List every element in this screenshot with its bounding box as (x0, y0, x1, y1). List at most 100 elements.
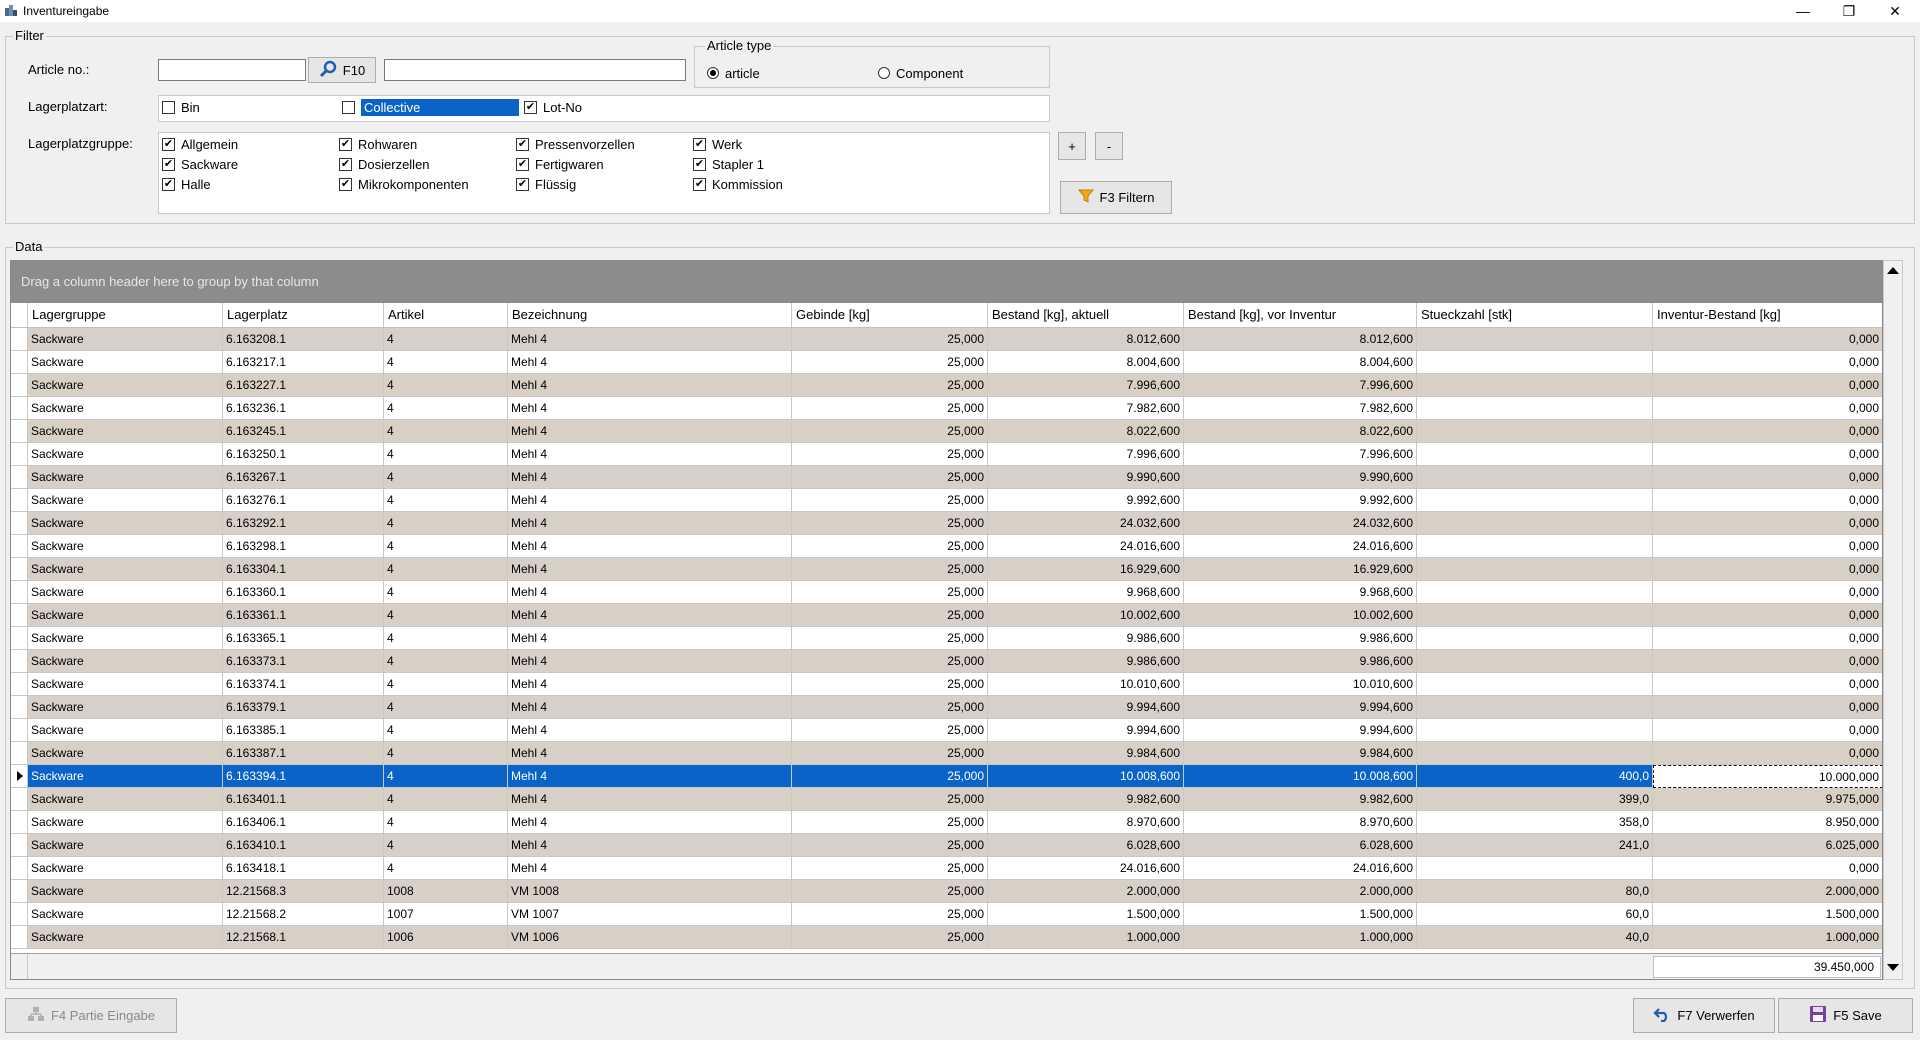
table-cell[interactable]: 0,000 (1653, 581, 1882, 604)
table-cell[interactable]: 2.000,000 (1653, 880, 1882, 903)
row-indicator[interactable] (11, 328, 28, 351)
add-group-button[interactable]: + (1058, 132, 1086, 160)
gruppe-mikrokomponenten[interactable]: ✔ Mikrokomponenten (339, 175, 469, 193)
row-indicator[interactable] (11, 742, 28, 765)
table-row[interactable]: Sackware 6.163276.1 4 Mehl 4 25,000 9.992,600… (11, 489, 1882, 512)
lagerplatzart-bin[interactable]: Bin (162, 98, 200, 116)
column-header[interactable]: Lagerplatz (223, 303, 384, 327)
gruppe-pressenvorzellen[interactable]: ✔ Pressenvorzellen (516, 135, 635, 153)
row-indicator[interactable] (11, 420, 28, 443)
row-indicator[interactable] (11, 650, 28, 673)
row-indicator[interactable] (11, 673, 28, 696)
column-header[interactable]: Lagergruppe (28, 303, 223, 327)
column-header[interactable]: Stueckzahl [stk] (1417, 303, 1653, 327)
table-cell[interactable]: 0,000 (1653, 443, 1882, 466)
table-row[interactable]: Sackware 6.163227.1 4 Mehl 4 25,000 7.996,600… (11, 374, 1882, 397)
search-f10-button[interactable]: F10 (308, 57, 376, 83)
table-row[interactable]: Sackware 6.163379.1 4 Mehl 4 25,000 9.994,600… (11, 696, 1882, 719)
gruppe-stapler-1[interactable]: ✔ Stapler 1 (693, 155, 764, 173)
checkbox[interactable]: ✔ (162, 157, 175, 171)
table-cell[interactable]: 0,000 (1653, 351, 1882, 374)
checkbox[interactable]: ✔ (693, 177, 706, 191)
table-row[interactable]: Sackware 6.163385.1 4 Mehl 4 25,000 9.994,600… (11, 719, 1882, 742)
table-cell[interactable]: 0,000 (1653, 719, 1882, 742)
checkbox[interactable]: ✔ (693, 157, 706, 171)
checkbox[interactable]: ✔ (516, 177, 529, 191)
checkbox[interactable]: ✔ (516, 137, 529, 151)
table-cell[interactable]: 0,000 (1653, 627, 1882, 650)
checkbox[interactable]: ✔ (693, 137, 706, 151)
group-by-panel[interactable]: Drag a column header here to group by th… (11, 261, 1882, 303)
row-indicator[interactable] (11, 558, 28, 581)
radio-article-button[interactable] (707, 67, 719, 79)
table-row[interactable]: Sackware 6.163374.1 4 Mehl 4 25,000 10.010,60… (11, 673, 1882, 696)
close-button[interactable]: ✕ (1872, 0, 1918, 22)
table-row[interactable]: Sackware 6.163245.1 4 Mehl 4 25,000 8.022,600… (11, 420, 1882, 443)
table-row[interactable]: Sackware 6.163360.1 4 Mehl 4 25,000 9.968,600… (11, 581, 1882, 604)
table-row[interactable]: Sackware 6.163298.1 4 Mehl 4 25,000 24.016,60… (11, 535, 1882, 558)
table-cell[interactable]: 0,000 (1653, 604, 1882, 627)
checkbox[interactable]: ✔ (524, 100, 537, 114)
table-row[interactable]: Sackware 12.21568.2 1007 VM 1007 25,000 1.500… (11, 903, 1882, 926)
table-cell[interactable]: 0,000 (1653, 558, 1882, 581)
checkbox[interactable]: ✔ (162, 137, 175, 151)
radio-component[interactable]: Component (878, 64, 963, 82)
row-indicator[interactable] (11, 719, 28, 742)
table-cell[interactable]: 8.950,000 (1653, 811, 1882, 834)
row-indicator[interactable] (11, 351, 28, 374)
table-row[interactable]: Sackware 6.163292.1 4 Mehl 4 25,000 24.032,60… (11, 512, 1882, 535)
row-indicator[interactable] (11, 926, 28, 949)
checkbox[interactable]: ✔ (162, 177, 175, 191)
gruppe-fertigwaren[interactable]: ✔ Fertigwaren (516, 155, 604, 173)
article-description-field[interactable] (384, 59, 686, 81)
checkbox[interactable] (342, 100, 355, 114)
filter-f3-button[interactable]: F3 Filtern (1060, 181, 1172, 214)
table-row[interactable]: Sackware 6.163250.1 4 Mehl 4 25,000 7.996,600… (11, 443, 1882, 466)
table-row[interactable]: Sackware 6.163365.1 4 Mehl 4 25,000 9.986,600… (11, 627, 1882, 650)
gruppe-dosierzellen[interactable]: ✔ Dosierzellen (339, 155, 430, 173)
column-header[interactable]: Bestand [kg], aktuell (988, 303, 1184, 327)
table-cell[interactable]: 10.000,000 (1653, 765, 1882, 788)
gruppe-kommission[interactable]: ✔ Kommission (693, 175, 783, 193)
table-cell[interactable]: 0,000 (1653, 328, 1882, 351)
minimize-button[interactable]: — (1780, 0, 1826, 22)
column-header[interactable]: Bestand [kg], vor Inventur (1184, 303, 1417, 327)
table-row[interactable]: Sackware 6.163236.1 4 Mehl 4 25,000 7.982,600… (11, 397, 1882, 420)
column-header[interactable]: Artikel (384, 303, 508, 327)
scroll-up-arrow-icon[interactable] (1887, 267, 1899, 274)
table-row[interactable]: Sackware 6.163387.1 4 Mehl 4 25,000 9.984,600… (11, 742, 1882, 765)
lagerplatzart-collective[interactable]: Collective (342, 98, 519, 116)
row-indicator[interactable] (11, 788, 28, 811)
vertical-scrollbar[interactable] (1883, 260, 1903, 980)
row-indicator[interactable] (11, 535, 28, 558)
row-indicator[interactable] (11, 834, 28, 857)
gruppe-werk[interactable]: ✔ Werk (693, 135, 742, 153)
gruppe-rohwaren[interactable]: ✔ Rohwaren (339, 135, 417, 153)
row-indicator[interactable] (11, 857, 28, 880)
row-indicator[interactable] (11, 903, 28, 926)
gruppe-sackware[interactable]: ✔ Sackware (162, 155, 238, 173)
row-indicator[interactable] (11, 627, 28, 650)
table-row[interactable]: Sackware 6.163401.1 4 Mehl 4 25,000 9.982,600… (11, 788, 1882, 811)
row-indicator[interactable] (11, 512, 28, 535)
row-indicator[interactable] (11, 397, 28, 420)
table-cell[interactable]: 0,000 (1653, 397, 1882, 420)
table-cell[interactable]: 0,000 (1653, 420, 1882, 443)
radio-component-button[interactable] (878, 67, 890, 79)
column-header[interactable]: Bezeichnung (508, 303, 792, 327)
row-indicator[interactable] (11, 374, 28, 397)
table-row[interactable]: Sackware 6.163208.1 4 Mehl 4 25,000 8.012,600… (11, 328, 1882, 351)
gruppe-allgemein[interactable]: ✔ Allgemein (162, 135, 238, 153)
row-indicator[interactable] (11, 765, 28, 788)
remove-group-button[interactable]: - (1095, 132, 1123, 160)
table-cell[interactable]: 6.025,000 (1653, 834, 1882, 857)
column-header[interactable]: Gebinde [kg] (792, 303, 988, 327)
article-no-input[interactable] (158, 59, 306, 81)
table-row[interactable]: Sackware 12.21568.3 1008 VM 1008 25,000 2.000… (11, 880, 1882, 903)
row-indicator[interactable] (11, 604, 28, 627)
row-indicator[interactable] (11, 581, 28, 604)
table-cell[interactable]: 0,000 (1653, 696, 1882, 719)
radio-article[interactable]: article (707, 64, 760, 82)
table-cell[interactable]: 0,000 (1653, 857, 1882, 880)
table-cell[interactable]: 1.500,000 (1653, 903, 1882, 926)
